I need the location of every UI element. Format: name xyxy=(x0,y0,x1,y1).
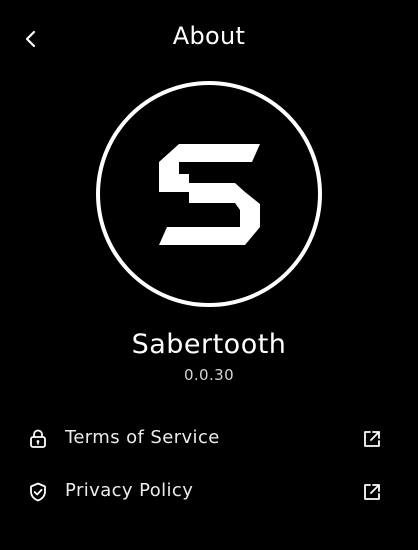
shield-check-icon xyxy=(30,482,46,502)
header: About xyxy=(0,0,418,78)
sabertooth-logo-icon xyxy=(96,81,322,307)
privacy-policy-label: Privacy Policy xyxy=(65,480,194,501)
external-link-icon xyxy=(364,484,380,500)
app-name: Sabertooth xyxy=(131,329,287,360)
terms-of-service-link[interactable]: Terms of Service xyxy=(0,416,418,460)
external-link-icon xyxy=(364,431,380,447)
app-logo xyxy=(95,80,323,308)
app-version: 0.0.30 xyxy=(183,366,235,384)
privacy-policy-link[interactable]: Privacy Policy xyxy=(0,469,418,513)
terms-of-service-label: Terms of Service xyxy=(65,427,220,448)
page-title: About xyxy=(172,22,246,50)
lock-icon xyxy=(30,429,46,448)
